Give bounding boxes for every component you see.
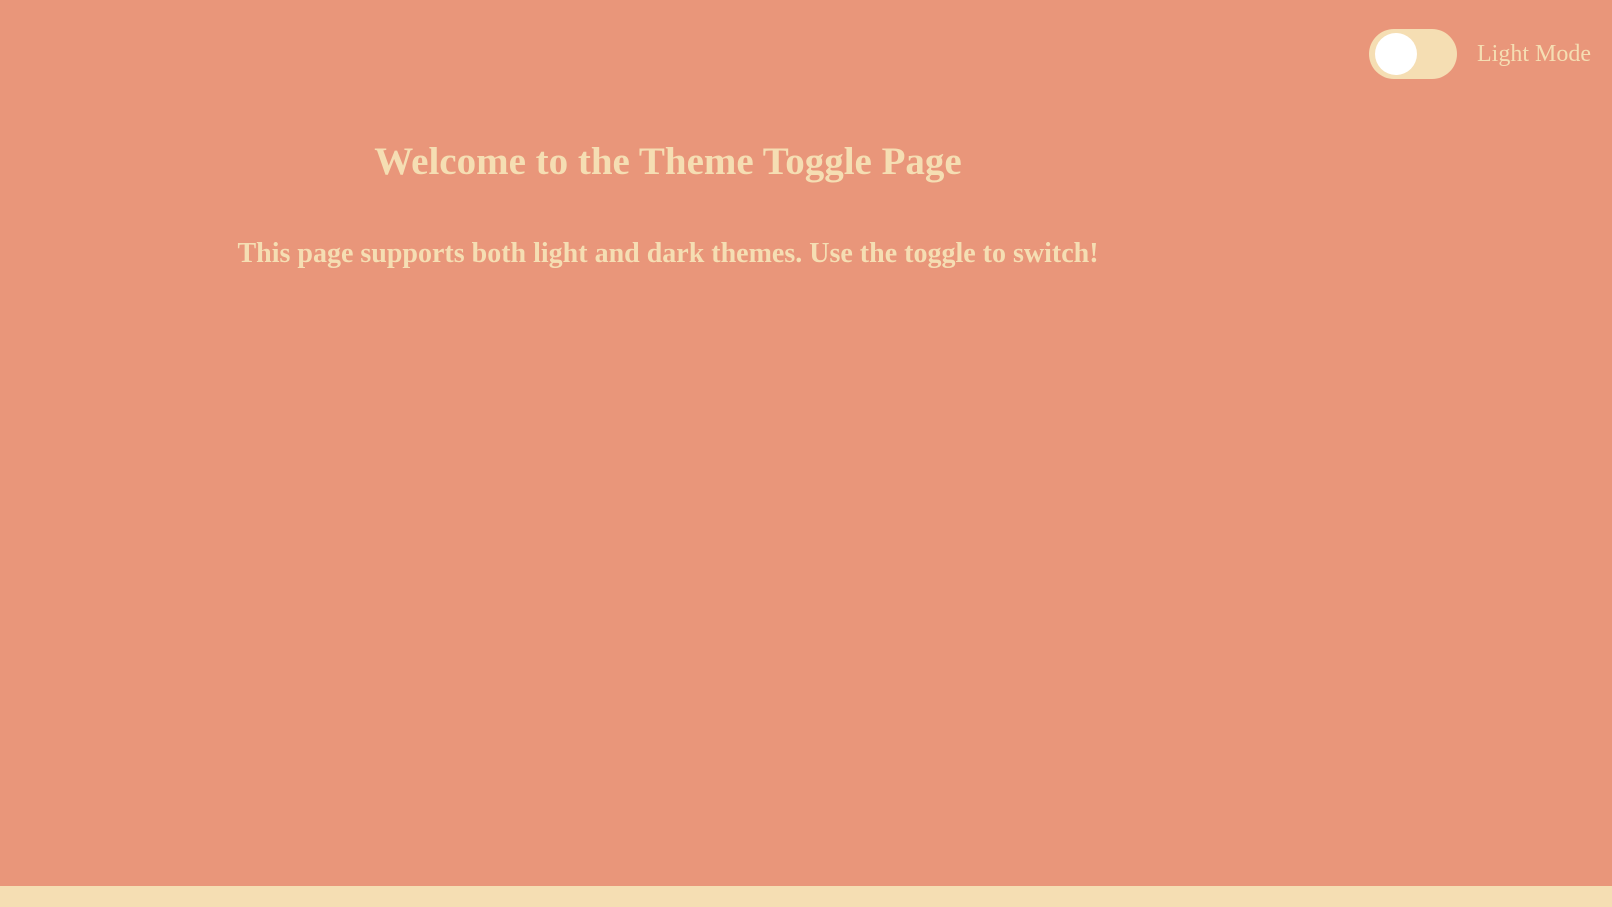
toggle-knob[interactable] — [1375, 33, 1417, 75]
theme-toggle-label: Light Mode — [1477, 41, 1591, 67]
page-title: Welcome to the Theme Toggle Page — [374, 140, 962, 183]
theme-toggle-area: Light Mode — [1369, 29, 1591, 79]
page-background — [0, 0, 1612, 886]
page-description: This page supports both light and dark t… — [237, 238, 1099, 269]
theme-toggle-switch[interactable] — [1369, 29, 1457, 79]
bottom-strip — [0, 886, 1612, 907]
